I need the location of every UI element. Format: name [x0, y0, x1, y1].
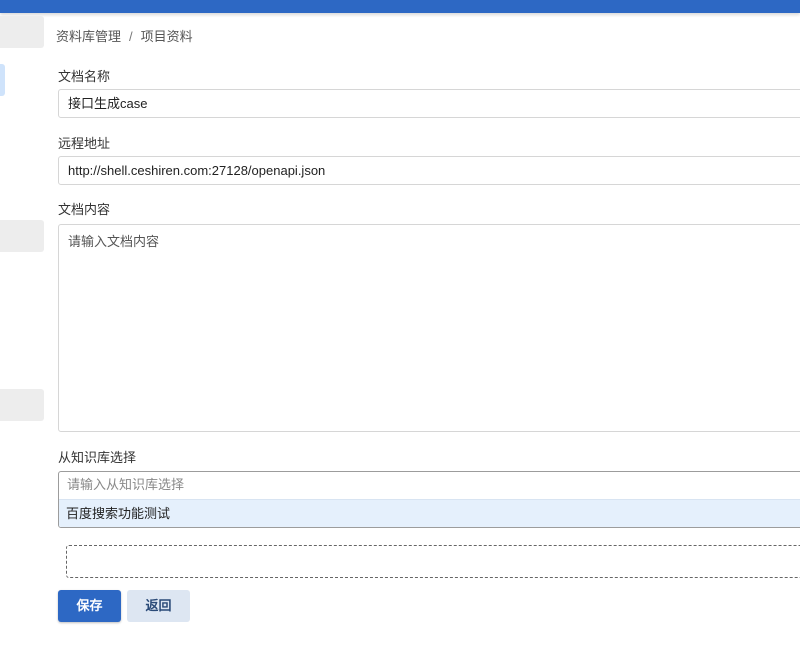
breadcrumb-root[interactable]: 资料库管理 — [56, 29, 121, 44]
knowledge-base-option[interactable]: 百度搜索功能测试 — [59, 499, 800, 527]
save-button[interactable]: 保存 — [58, 590, 121, 622]
back-button[interactable]: 返回 — [127, 590, 190, 622]
doc-content-label: 文档内容 — [58, 202, 111, 217]
knowledge-base-search-input[interactable]: 请输入从知识库选择 — [59, 472, 800, 499]
sidebar-item[interactable] — [0, 389, 44, 421]
doc-content-textarea[interactable]: 请输入文档内容 — [58, 224, 800, 432]
knowledge-base-select[interactable]: 请输入从知识库选择 百度搜索功能测试 — [58, 471, 800, 528]
breadcrumb: 资料库管理 / 项目资料 — [56, 26, 193, 45]
knowledge-base-label: 从知识库选择 — [58, 450, 137, 465]
breadcrumb-current: 项目资料 — [140, 29, 193, 44]
remote-url-input[interactable]: http://shell.ceshiren.com:27128/openapi.… — [58, 156, 800, 185]
sidebar-item[interactable] — [0, 16, 44, 48]
sidebar — [0, 13, 46, 662]
doc-content-placeholder: 请输入文档内容 — [68, 234, 160, 249]
upload-dropzone[interactable] — [66, 545, 800, 578]
doc-name-label: 文档名称 — [58, 69, 111, 84]
remote-url-label: 远程地址 — [58, 136, 111, 151]
top-bar — [0, 0, 800, 13]
breadcrumb-separator: / — [129, 29, 133, 44]
sidebar-active-indicator — [0, 64, 5, 96]
doc-name-input[interactable]: 接口生成case — [58, 89, 800, 118]
sidebar-item[interactable] — [0, 220, 44, 252]
